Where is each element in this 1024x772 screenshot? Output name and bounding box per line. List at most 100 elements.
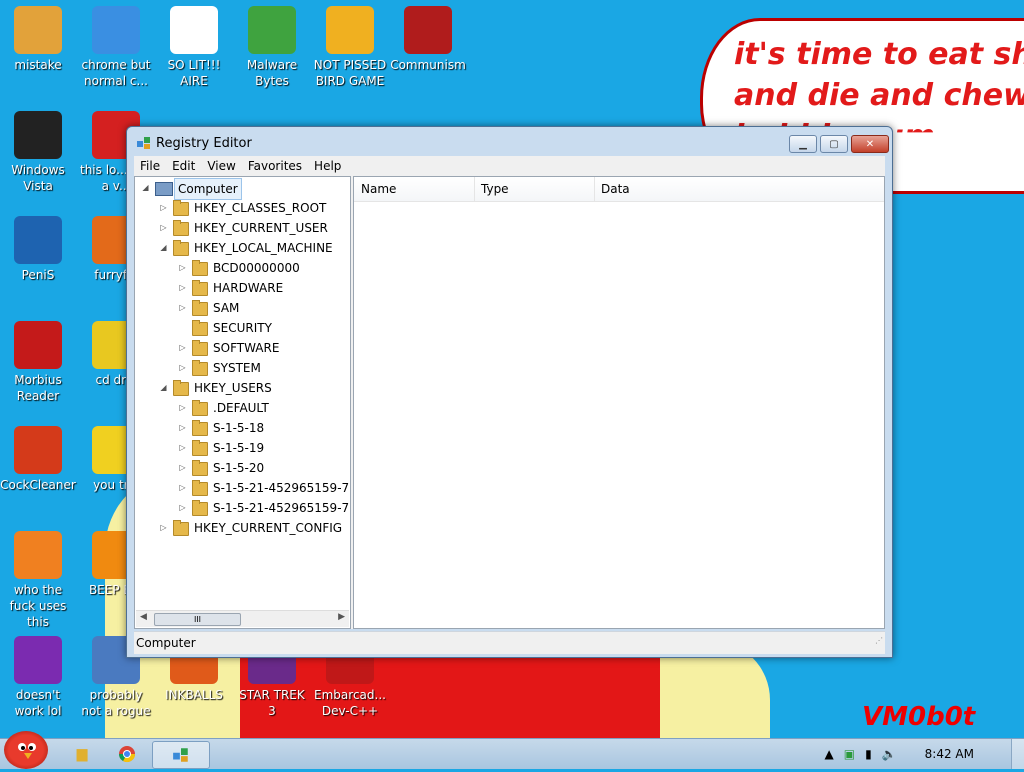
maximize-button[interactable]: ▢ (820, 135, 848, 153)
folder-icon (173, 240, 189, 256)
registry-editor-window[interactable]: Registry Editor ▁ ▢ ✕ File Edit View Fav… (126, 126, 893, 658)
start-button[interactable] (4, 731, 48, 769)
scrollbar-thumb[interactable]: III (154, 613, 241, 626)
desktop-icon-trash[interactable]: Windows Vista (0, 111, 76, 194)
tree-node[interactable]: ▷ S-1-5-19 (135, 438, 350, 458)
chrome-icon (92, 6, 140, 54)
expand-icon[interactable]: ▷ (178, 458, 187, 478)
menu-file[interactable]: File (134, 159, 166, 173)
desktop-icon-mistake[interactable]: mistake (0, 6, 76, 73)
desktop-icon-solitaire[interactable]: SO LIT!!! AIRE (156, 6, 232, 89)
expand-icon[interactable]: ▷ (178, 298, 187, 318)
scroll-left-icon[interactable]: ◀ (140, 612, 147, 622)
close-button[interactable]: ✕ (851, 135, 889, 153)
tree-node[interactable]: SECURITY (135, 318, 350, 338)
tree-node-label: HKEY_LOCAL_MACHINE (194, 241, 333, 255)
tree-node[interactable]: ▷ S-1-5-21-452965159-7 (135, 478, 350, 498)
tree-node[interactable]: ▷ HKEY_CURRENT_CONFIG (135, 518, 350, 538)
desktop-icon-label: chrome but normal c... (81, 58, 151, 88)
tree-node[interactable]: ◢ HKEY_LOCAL_MACHINE (135, 238, 350, 258)
column-data[interactable]: Data (594, 177, 881, 201)
desktop-icon-malwarebytes[interactable]: Malware Bytes (234, 6, 310, 89)
expand-icon[interactable]: ▷ (178, 358, 187, 378)
desktop-icon-label: CockCleaner (0, 478, 76, 492)
expand-icon[interactable]: ▷ (178, 278, 187, 298)
desktop-icon-label: NOT PISSED BIRD GAME (313, 58, 387, 88)
tree-node[interactable]: ▷ S-1-5-21-452965159-7 (135, 498, 350, 518)
volume-icon[interactable]: 🔈 (882, 747, 897, 761)
expand-icon[interactable]: ▷ (178, 258, 187, 278)
computer-icon (155, 182, 173, 196)
menu-favorites[interactable]: Favorites (242, 159, 308, 173)
minimize-button[interactable]: ▁ (789, 135, 817, 153)
desktop-icon-chrome[interactable]: chrome but normal c... (78, 6, 154, 89)
folder-icon (192, 440, 208, 456)
tree-node[interactable]: ▷ S-1-5-18 (135, 418, 350, 438)
folder-icon (173, 200, 189, 216)
folder-icon (192, 460, 208, 476)
expand-icon[interactable]: ▷ (178, 418, 187, 438)
desktop-icon-photoshop[interactable]: PeniS (0, 216, 76, 283)
menu-edit[interactable]: Edit (166, 159, 201, 173)
collapse-icon[interactable]: ◢ (141, 178, 150, 198)
column-type[interactable]: Type (474, 177, 595, 201)
expand-icon[interactable]: ▷ (178, 338, 187, 358)
expand-icon[interactable]: ▷ (178, 398, 187, 418)
photoshop-icon (14, 216, 62, 264)
tree-node[interactable]: ▷ SYSTEM (135, 358, 350, 378)
tree-node[interactable]: ▷ S-1-5-20 (135, 458, 350, 478)
chrome-icon (118, 746, 136, 763)
tree-node-label: HKEY_CURRENT_USER (194, 221, 328, 235)
scroll-right-icon[interactable]: ▶ (338, 612, 345, 622)
show-hidden-icons-icon[interactable]: ▲ (825, 747, 834, 761)
clock[interactable]: 8:42 AM (925, 747, 974, 761)
desktop-icon-yahoo[interactable]: doesn't work lol (0, 636, 76, 719)
tree-node-label: HKEY_USERS (194, 381, 272, 395)
expand-icon[interactable]: ▷ (159, 518, 168, 538)
folder-icon (192, 300, 208, 316)
desktop-icon-angry-birds[interactable]: NOT PISSED BIRD GAME (312, 6, 388, 89)
folder-icon (192, 400, 208, 416)
folder-icon (192, 500, 208, 516)
tree-node[interactable]: ▷ BCD00000000 (135, 258, 350, 278)
expand-icon[interactable]: ▷ (178, 498, 187, 518)
taskbar-explorer[interactable]: ▆ (62, 741, 102, 767)
tree-node[interactable]: ▷ HARDWARE (135, 278, 350, 298)
registry-tree[interactable]: ◀ III ▶ ◢ Computer ▷ HKEY_CLASSES_ROOT ▷ HKEY… (134, 176, 351, 629)
desktop-icon-label: Windows Vista (11, 163, 65, 193)
menu-view[interactable]: View (201, 159, 241, 173)
taskbar-chrome[interactable] (107, 741, 147, 767)
tree-node[interactable]: ▷ .DEFAULT (135, 398, 350, 418)
action-center-icon[interactable]: ▮ (865, 747, 872, 761)
tree-node-label: HKEY_CLASSES_ROOT (194, 201, 327, 215)
tree-root-computer[interactable]: ◢ Computer (135, 178, 350, 200)
wallpaper-signature: VM0b0t (862, 702, 976, 732)
expand-icon[interactable]: ▷ (178, 478, 187, 498)
title-bar[interactable]: Registry Editor ▁ ▢ ✕ (127, 127, 892, 157)
values-list[interactable]: Name Type Data (353, 176, 885, 629)
expand-icon[interactable]: ▷ (178, 438, 187, 458)
desktop-icon-avast[interactable]: who the fuck uses this (0, 531, 76, 630)
mistake-icon (14, 6, 62, 54)
resize-grip-icon[interactable]: ⋰ (875, 630, 883, 652)
expand-icon[interactable]: ▷ (159, 218, 168, 238)
desktop-icon-ccleaner[interactable]: CockCleaner (0, 426, 76, 493)
tree-node[interactable]: ◢ HKEY_USERS (135, 378, 350, 398)
desktop-icon-acrobat[interactable]: Morbius Reader (0, 321, 76, 404)
collapse-icon[interactable]: ◢ (159, 238, 168, 258)
regedit-icon (137, 137, 150, 149)
taskbar-regedit[interactable] (152, 741, 210, 769)
show-desktop-button[interactable] (1011, 739, 1024, 769)
tree-node[interactable]: ▷ HKEY_CLASSES_ROOT (135, 198, 350, 218)
tree-horizontal-scrollbar[interactable]: ◀ III ▶ (136, 610, 349, 627)
column-name[interactable]: Name (354, 177, 475, 201)
desktop-icon-label: Embarcad... Dev-C++ (314, 688, 386, 718)
desktop-icon-communism[interactable]: Communism (390, 6, 466, 73)
network-icon[interactable]: ▣ (844, 747, 855, 761)
expand-icon[interactable]: ▷ (159, 198, 168, 218)
tree-node[interactable]: ▷ HKEY_CURRENT_USER (135, 218, 350, 238)
tree-node[interactable]: ▷ SOFTWARE (135, 338, 350, 358)
tree-node[interactable]: ▷ SAM (135, 298, 350, 318)
menu-help[interactable]: Help (308, 159, 347, 173)
collapse-icon[interactable]: ◢ (159, 378, 168, 398)
